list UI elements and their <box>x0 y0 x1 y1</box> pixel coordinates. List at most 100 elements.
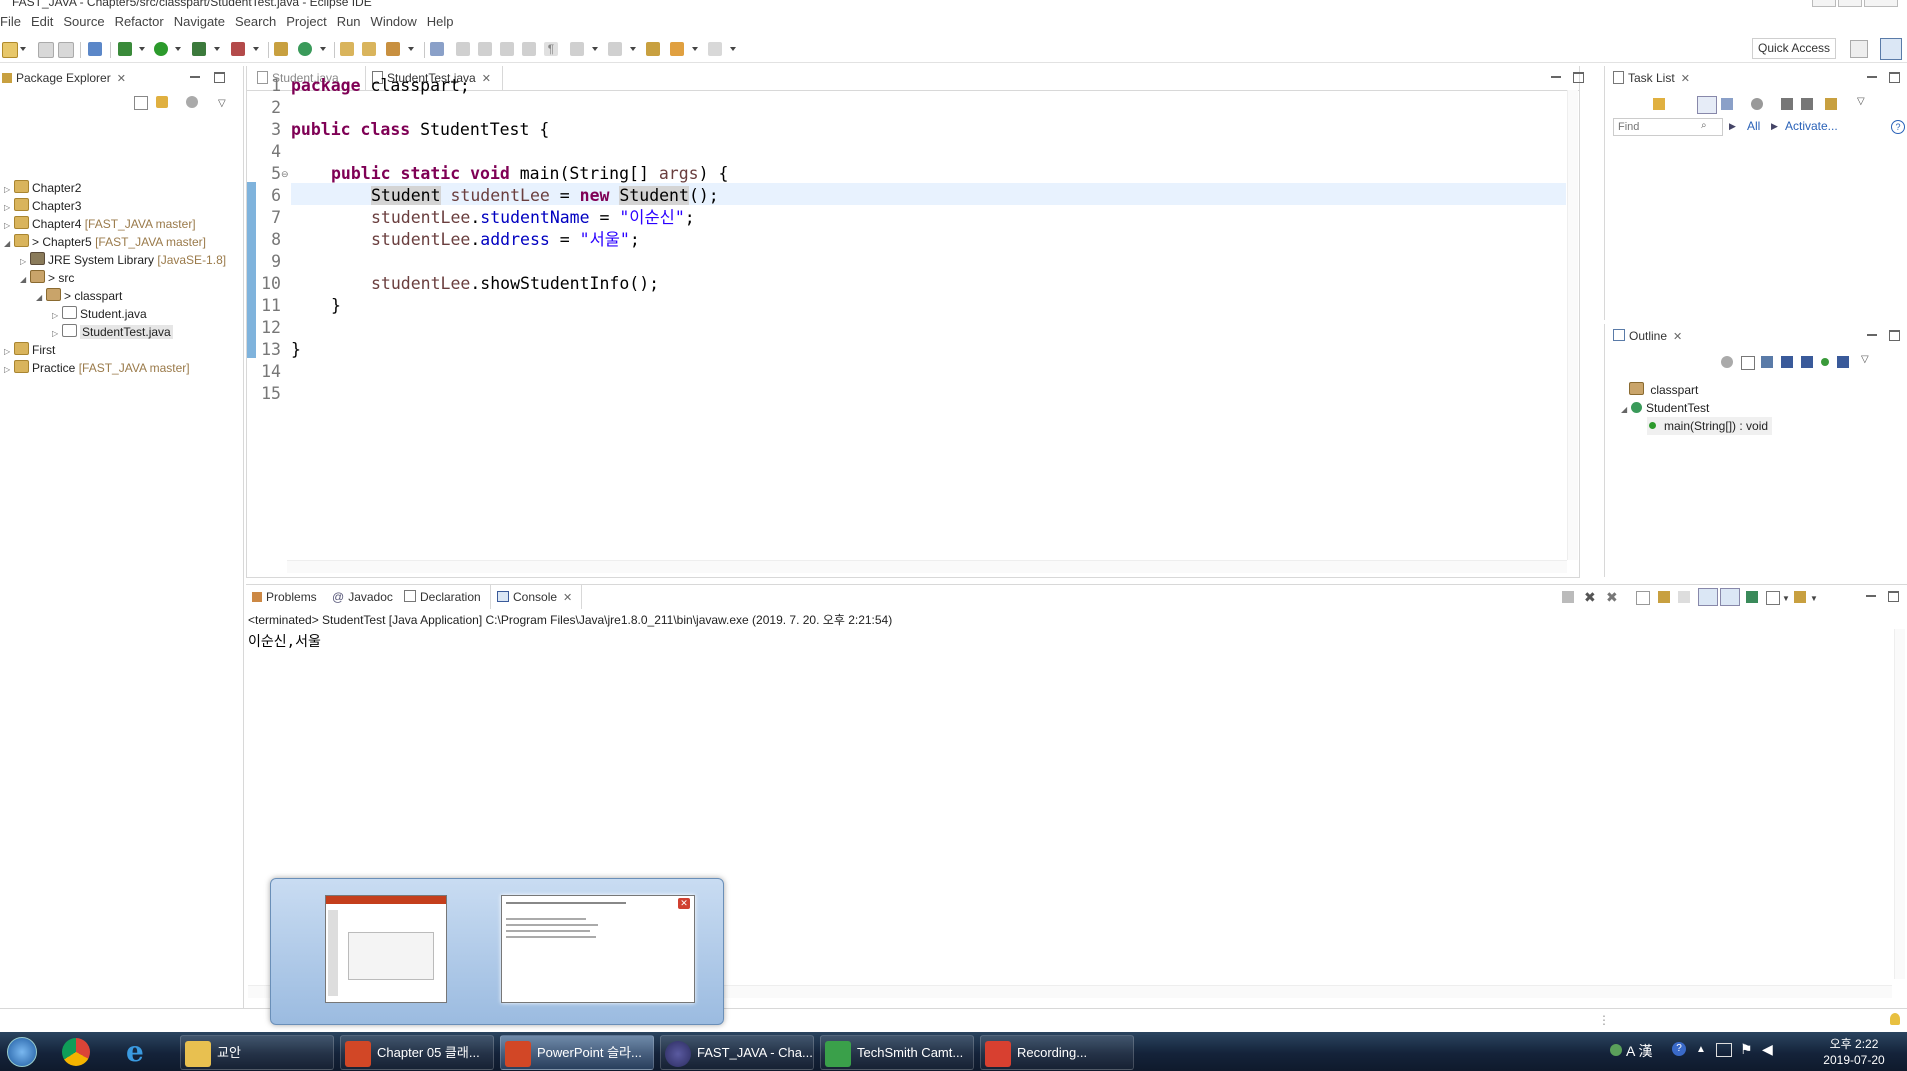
console-output[interactable]: 이순신,서울 <box>248 631 321 651</box>
horizontal-scrollbar[interactable] <box>287 560 1567 573</box>
maximize-icon[interactable] <box>1889 330 1900 341</box>
minimize-icon[interactable] <box>1866 591 1876 597</box>
run-icon[interactable] <box>154 42 168 56</box>
lightbulb-icon[interactable] <box>1890 1013 1900 1025</box>
tree-item-studenttest-java[interactable]: ▷ StudentTest.java <box>52 323 173 341</box>
all-link[interactable]: All <box>1747 119 1760 133</box>
minimize-window-button[interactable] <box>1812 0 1836 7</box>
code-line-5[interactable]: public static void main(String[] args) { <box>331 163 728 185</box>
menu-file[interactable]: File <box>0 12 27 29</box>
tab-declaration[interactable]: Declaration <box>400 585 488 609</box>
maximize-icon[interactable] <box>1888 591 1899 602</box>
debug-icon[interactable] <box>118 42 132 56</box>
code-line-3[interactable]: public class StudentTest { <box>291 119 549 141</box>
mark-occurrences-icon[interactable] <box>456 42 470 56</box>
pin-console-icon[interactable] <box>1746 591 1758 603</box>
outline-package[interactable]: classpart <box>1627 381 1698 399</box>
last-edit-icon[interactable] <box>646 42 660 56</box>
menu-refactor[interactable]: Refactor <box>111 12 170 29</box>
hide-fields-icon[interactable] <box>1781 356 1793 368</box>
vertical-scrollbar[interactable] <box>1894 629 1905 979</box>
close-icon[interactable]: ✕ <box>482 67 491 91</box>
chevron-down-icon[interactable]: ▼ <box>1810 594 1818 603</box>
chevron-down-icon[interactable] <box>214 47 220 52</box>
focus-icon[interactable] <box>1751 98 1763 110</box>
tree-item-practice[interactable]: ▷ Practice [FAST_JAVA master] <box>4 359 190 377</box>
menu-window[interactable]: Window <box>367 12 423 29</box>
powerpoint-thumbnail[interactable] <box>325 895 447 1003</box>
minimize-icon[interactable] <box>1551 72 1561 78</box>
categorized-icon[interactable] <box>1697 96 1717 114</box>
taskbar-button-recording[interactable]: Recording... <box>980 1035 1134 1070</box>
code-line-14[interactable]: } <box>291 339 301 361</box>
minimize-icon[interactable] <box>190 72 200 78</box>
chevron-down-icon[interactable] <box>408 47 414 52</box>
slideshow-thumbnail[interactable]: ✕ <box>501 895 695 1003</box>
sort-icon[interactable] <box>1761 356 1773 368</box>
link-with-editor-icon[interactable] <box>156 96 168 108</box>
word-wrap-icon[interactable] <box>1678 591 1690 603</box>
view-menu-icon[interactable]: ▽ <box>218 98 226 109</box>
view-menu-icon[interactable]: ▽ <box>1861 354 1869 365</box>
tree-item-jre-library[interactable]: ▷ JRE System Library [JavaSE-1.8] <box>20 251 226 269</box>
open-task-icon[interactable] <box>362 42 376 56</box>
back-icon[interactable] <box>670 42 684 56</box>
maximize-icon[interactable] <box>1889 72 1900 83</box>
collapse-all-icon[interactable] <box>1741 356 1755 370</box>
minimize-icon[interactable] <box>1867 330 1877 336</box>
clear-console-icon[interactable] <box>1636 591 1650 605</box>
chevron-down-icon[interactable] <box>253 47 259 52</box>
chevron-down-icon[interactable] <box>139 47 145 52</box>
close-icon[interactable]: ✕ <box>678 898 690 909</box>
open-perspective-icon[interactable] <box>1850 40 1868 58</box>
tree-item-chapter5[interactable]: ◢ > Chapter5 [FAST_JAVA master] <box>4 233 206 251</box>
tree-item-student-java[interactable]: ▷ Student.java <box>52 305 147 323</box>
word-wrap-icon[interactable] <box>478 42 492 56</box>
tree-item-chapter4[interactable]: ▷ Chapter4 [FAST_JAVA master] <box>4 215 196 233</box>
annotation-icon[interactable] <box>430 42 444 56</box>
remove-all-launches-icon[interactable]: ✖ <box>1606 589 1618 606</box>
open-console-icon[interactable] <box>1794 591 1806 603</box>
save-icon[interactable] <box>38 42 54 58</box>
close-icon[interactable]: ✕ <box>117 67 126 91</box>
chevron-down-icon[interactable] <box>730 47 736 52</box>
collapse-all-icon[interactable] <box>134 96 148 110</box>
pilcrow-icon[interactable]: ¶ <box>544 42 558 56</box>
filter-icon[interactable] <box>186 96 198 108</box>
chevron-down-icon[interactable] <box>20 47 26 52</box>
chrome-icon[interactable] <box>62 1038 90 1066</box>
tab-outline[interactable]: Outline ✕ <box>1609 324 1699 348</box>
help-icon[interactable]: ? <box>1891 120 1905 134</box>
flag-icon[interactable]: ⚑ <box>1740 1041 1753 1058</box>
scroll-lock-icon[interactable] <box>1658 591 1670 603</box>
chevron-down-icon[interactable]: ▼ <box>1782 594 1790 603</box>
chevron-up-icon[interactable]: ▲ <box>1696 1044 1706 1055</box>
hide-completed-icon[interactable] <box>1781 98 1793 110</box>
tab-problems[interactable]: Problems <box>248 585 326 609</box>
code-line-7[interactable]: Student studentLee = new Student(); <box>371 185 719 207</box>
start-button[interactable] <box>2 1032 42 1071</box>
tree-item-chapter3[interactable]: ▷ Chapter3 <box>4 197 81 215</box>
code-line-12[interactable]: } <box>331 295 341 317</box>
activate-link[interactable]: Activate... <box>1785 119 1838 133</box>
display-tray-icon[interactable] <box>1716 1043 1732 1057</box>
new-java-class-icon[interactable] <box>298 42 312 56</box>
code-line-11[interactable]: studentLee.showStudentInfo(); <box>371 273 659 295</box>
fold-icon[interactable]: ⊖ <box>281 169 289 180</box>
tree-item-classpart[interactable]: ◢ > classpart <box>36 287 122 305</box>
chevron-down-icon[interactable] <box>630 47 636 52</box>
close-icon[interactable]: ✕ <box>1681 67 1690 91</box>
new-java-package-icon[interactable] <box>274 42 288 56</box>
view-menu-icon[interactable]: ▽ <box>1857 96 1865 107</box>
volume-icon[interactable]: ◀ <box>1762 1041 1773 1058</box>
chevron-down-icon[interactable] <box>320 47 326 52</box>
taskbar-button-folder[interactable]: 교안 <box>180 1035 334 1070</box>
menu-edit[interactable]: Edit <box>27 12 59 29</box>
new-icon[interactable] <box>2 42 18 58</box>
next-annotation-icon[interactable] <box>570 42 584 56</box>
menu-run[interactable]: Run <box>333 12 367 29</box>
ime-indicator[interactable]: A 漢 <box>1626 1041 1652 1061</box>
close-icon[interactable]: ✕ <box>1673 325 1682 349</box>
open-type-icon[interactable] <box>340 42 354 56</box>
search-icon[interactable] <box>386 42 400 56</box>
